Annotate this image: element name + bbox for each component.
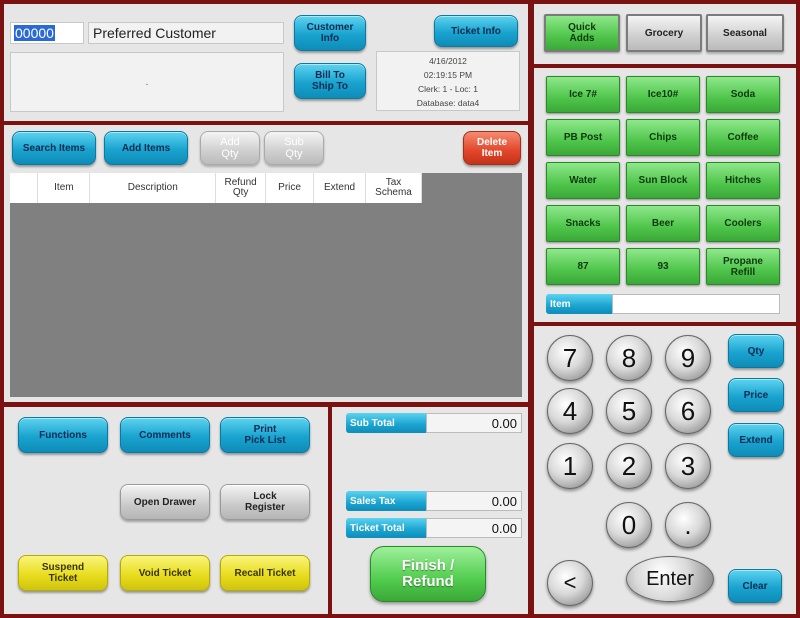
- customer-id-field[interactable]: 00000: [10, 22, 84, 44]
- open-drawer-button[interactable]: Open Drawer: [120, 484, 210, 520]
- col-tax-schema: Tax Schema: [365, 173, 422, 203]
- sub-total-value: 0.00: [426, 413, 522, 433]
- quick-item-hitches[interactable]: Hitches: [706, 162, 780, 199]
- key-8[interactable]: 8: [606, 335, 652, 381]
- comments-button[interactable]: Comments: [120, 417, 210, 453]
- item-lookup-input[interactable]: [612, 294, 780, 314]
- items-table: Item Description Refund Qty Price Extend…: [10, 173, 422, 203]
- key-1[interactable]: 1: [547, 443, 593, 489]
- category-grocery[interactable]: Grocery: [626, 14, 702, 52]
- quick-item-93[interactable]: 93: [626, 248, 700, 285]
- quick-item-snacks[interactable]: Snacks: [546, 205, 620, 242]
- add-items-button[interactable]: Add Items: [104, 131, 188, 165]
- col-price: Price: [265, 173, 315, 203]
- sub-total-label: Sub Total: [346, 413, 426, 433]
- items-table-area: Item Description Refund Qty Price Extend…: [10, 173, 522, 397]
- key-decimal[interactable]: .: [665, 502, 711, 548]
- void-ticket-button[interactable]: Void Ticket: [120, 555, 210, 591]
- category-quick-adds[interactable]: Quick Adds: [544, 14, 620, 52]
- quick-item-ice-10[interactable]: Ice10#: [626, 76, 700, 113]
- bill-to-ship-to-button[interactable]: Bill To Ship To: [294, 63, 366, 99]
- ticket-date: 4/16/2012: [429, 56, 467, 66]
- quick-item-87[interactable]: 87: [546, 248, 620, 285]
- backspace-key[interactable]: <: [547, 560, 593, 606]
- col-select: [10, 173, 39, 203]
- key-9[interactable]: 9: [665, 335, 711, 381]
- sales-tax-value: 0.00: [426, 491, 522, 511]
- extend-button[interactable]: Extend: [728, 423, 784, 457]
- print-pick-list-button[interactable]: Print Pick List: [220, 417, 310, 453]
- quick-item-pb-post[interactable]: PB Post: [546, 119, 620, 156]
- quick-item-sun-block[interactable]: Sun Block: [626, 162, 700, 199]
- quick-item-chips[interactable]: Chips: [626, 119, 700, 156]
- ticket-total-value: 0.00: [426, 518, 522, 538]
- functions-button[interactable]: Functions: [18, 417, 108, 453]
- category-seasonal[interactable]: Seasonal: [706, 14, 784, 52]
- items-panel: Search Items Add Items Add Qty Sub Qty D…: [4, 125, 528, 402]
- customer-name-field[interactable]: Preferred Customer: [88, 22, 284, 44]
- col-item: Item: [37, 173, 91, 203]
- ticket-total-label: Ticket Total: [346, 518, 426, 538]
- quick-item-soda[interactable]: Soda: [706, 76, 780, 113]
- item-lookup-label: Item: [546, 294, 612, 314]
- finish-refund-button[interactable]: Finish / Refund: [370, 546, 486, 602]
- quick-item-beer[interactable]: Beer: [626, 205, 700, 242]
- qty-button[interactable]: Qty: [728, 334, 784, 368]
- key-4[interactable]: 4: [547, 388, 593, 434]
- quick-items-panel: Ice 7# Ice10# Soda PB Post Chips Coffee Water S…: [534, 68, 796, 322]
- col-refund-qty: Refund Qty: [215, 173, 267, 203]
- sub-qty-button[interactable]: Sub Qty: [264, 131, 324, 165]
- quick-item-water[interactable]: Water: [546, 162, 620, 199]
- key-2[interactable]: 2: [606, 443, 652, 489]
- col-extend: Extend: [313, 173, 366, 203]
- quick-item-ice-7[interactable]: Ice 7#: [546, 76, 620, 113]
- customer-notes: .: [10, 52, 284, 112]
- enter-key[interactable]: Enter: [626, 556, 714, 602]
- recall-ticket-button[interactable]: Recall Ticket: [220, 555, 310, 591]
- customer-panel: 00000 Preferred Customer . Customer Info…: [4, 4, 528, 121]
- key-7[interactable]: 7: [547, 335, 593, 381]
- quick-item-coolers[interactable]: Coolers: [706, 205, 780, 242]
- quick-item-coffee[interactable]: Coffee: [706, 119, 780, 156]
- ticket-clerk-loc: Clerk: 1 - Loc: 1: [418, 84, 478, 94]
- items-table-header: Item Description Refund Qty Price Extend…: [10, 173, 422, 203]
- customer-id-value: 00000: [14, 25, 55, 41]
- key-3[interactable]: 3: [665, 443, 711, 489]
- keypad-panel: 789 456 1230. < Enter Qty Price Extend Cle…: [534, 326, 796, 614]
- search-items-button[interactable]: Search Items: [12, 131, 96, 165]
- category-panel: Quick Adds Grocery Seasonal: [534, 4, 796, 64]
- totals-panel: Sub Total 0.00 Sales Tax 0.00 Ticket Tot…: [332, 407, 528, 614]
- ticket-database: Database: data4: [416, 98, 480, 108]
- key-6[interactable]: 6: [665, 388, 711, 434]
- delete-item-button[interactable]: Delete Item: [463, 131, 521, 165]
- add-qty-button[interactable]: Add Qty: [200, 131, 260, 165]
- price-button[interactable]: Price: [728, 378, 784, 412]
- col-description: Description: [89, 173, 217, 203]
- customer-info-button[interactable]: Customer Info: [294, 15, 366, 51]
- sales-tax-label: Sales Tax: [346, 491, 426, 511]
- ticket-info-button[interactable]: Ticket Info: [434, 15, 518, 47]
- ticket-info-box: 4/16/2012 02:19:15 PM Clerk: 1 - Loc: 1 …: [376, 51, 520, 111]
- key-0[interactable]: 0: [606, 502, 652, 548]
- suspend-ticket-button[interactable]: Suspend Ticket: [18, 555, 108, 591]
- key-5[interactable]: 5: [606, 388, 652, 434]
- functions-panel: Functions Comments Print Pick List Open …: [4, 407, 328, 614]
- ticket-time: 02:19:15 PM: [423, 70, 473, 80]
- quick-item-propane-refill[interactable]: Propane Refill: [706, 248, 780, 285]
- clear-button[interactable]: Clear: [728, 569, 782, 603]
- lock-register-button[interactable]: Lock Register: [220, 484, 310, 520]
